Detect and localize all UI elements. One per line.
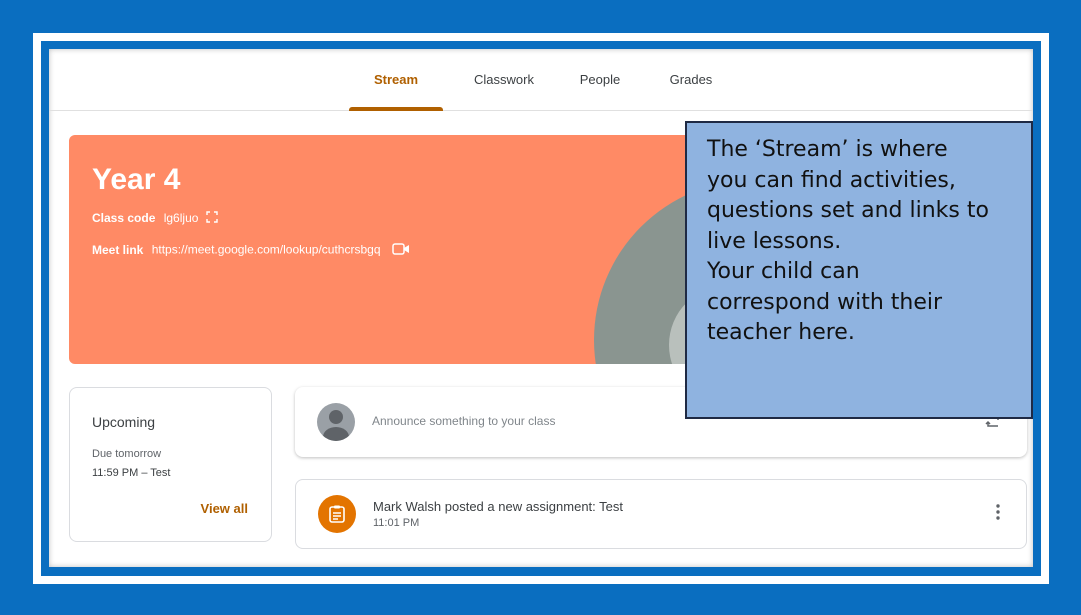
callout-line: Your child can xyxy=(707,259,860,284)
announce-input[interactable]: Announce something to your class xyxy=(372,414,555,428)
callout-line: teacher here. xyxy=(707,320,855,345)
upcoming-due-label: Due tomorrow xyxy=(92,448,162,460)
post-time: 11:01 PM xyxy=(373,517,420,529)
tab-stream[interactable]: Stream xyxy=(349,49,443,111)
meet-link-value[interactable]: https://meet.google.com/lookup/cuthcrsbg… xyxy=(152,243,381,257)
tab-people[interactable]: People xyxy=(569,49,631,111)
callout-line: you can find activities, xyxy=(707,167,956,193)
callout-line: The ‘Stream’ is where xyxy=(707,137,948,162)
class-code-row: Class code lg6ljuo xyxy=(92,211,218,226)
meet-link-label: Meet link xyxy=(92,242,144,257)
tab-classwork[interactable]: Classwork xyxy=(459,49,549,111)
class-code-label: Class code xyxy=(92,211,156,225)
video-camera-icon[interactable] xyxy=(392,242,410,259)
assignment-icon xyxy=(318,495,356,533)
assignment-post[interactable]: Mark Walsh posted a new assignment: Test… xyxy=(295,479,1027,549)
more-vert-icon[interactable] xyxy=(996,504,1000,523)
callout-line: live lessons. xyxy=(707,228,842,254)
callout-line: questions set and links to xyxy=(707,198,989,223)
fullscreen-icon[interactable] xyxy=(206,211,218,226)
tab-bar: Stream Classwork People Grades xyxy=(49,49,1033,111)
classroom-screen: Stream Classwork People Grades Year 4 Cl… xyxy=(49,49,1033,567)
callout-line: correspond with their xyxy=(707,289,943,315)
upcoming-item[interactable]: 11:59 PM – Test xyxy=(92,467,170,479)
view-all-link[interactable]: View all xyxy=(201,501,248,516)
class-code-value: lg6ljuo xyxy=(163,211,199,225)
class-title: Year 4 xyxy=(92,163,181,196)
upcoming-card: Upcoming Due tomorrow 11:59 PM – Test Vi… xyxy=(69,387,272,542)
post-title: Mark Walsh posted a new assignment: Test xyxy=(373,499,624,514)
upcoming-title: Upcoming xyxy=(92,414,156,430)
tab-grades[interactable]: Grades xyxy=(657,49,725,111)
meet-link-row: Meet link https://meet.google.com/lookup… xyxy=(92,242,410,259)
explanation-callout: The ‘Stream’ is where you can find activ… xyxy=(685,121,1033,419)
user-avatar-icon xyxy=(317,403,355,441)
